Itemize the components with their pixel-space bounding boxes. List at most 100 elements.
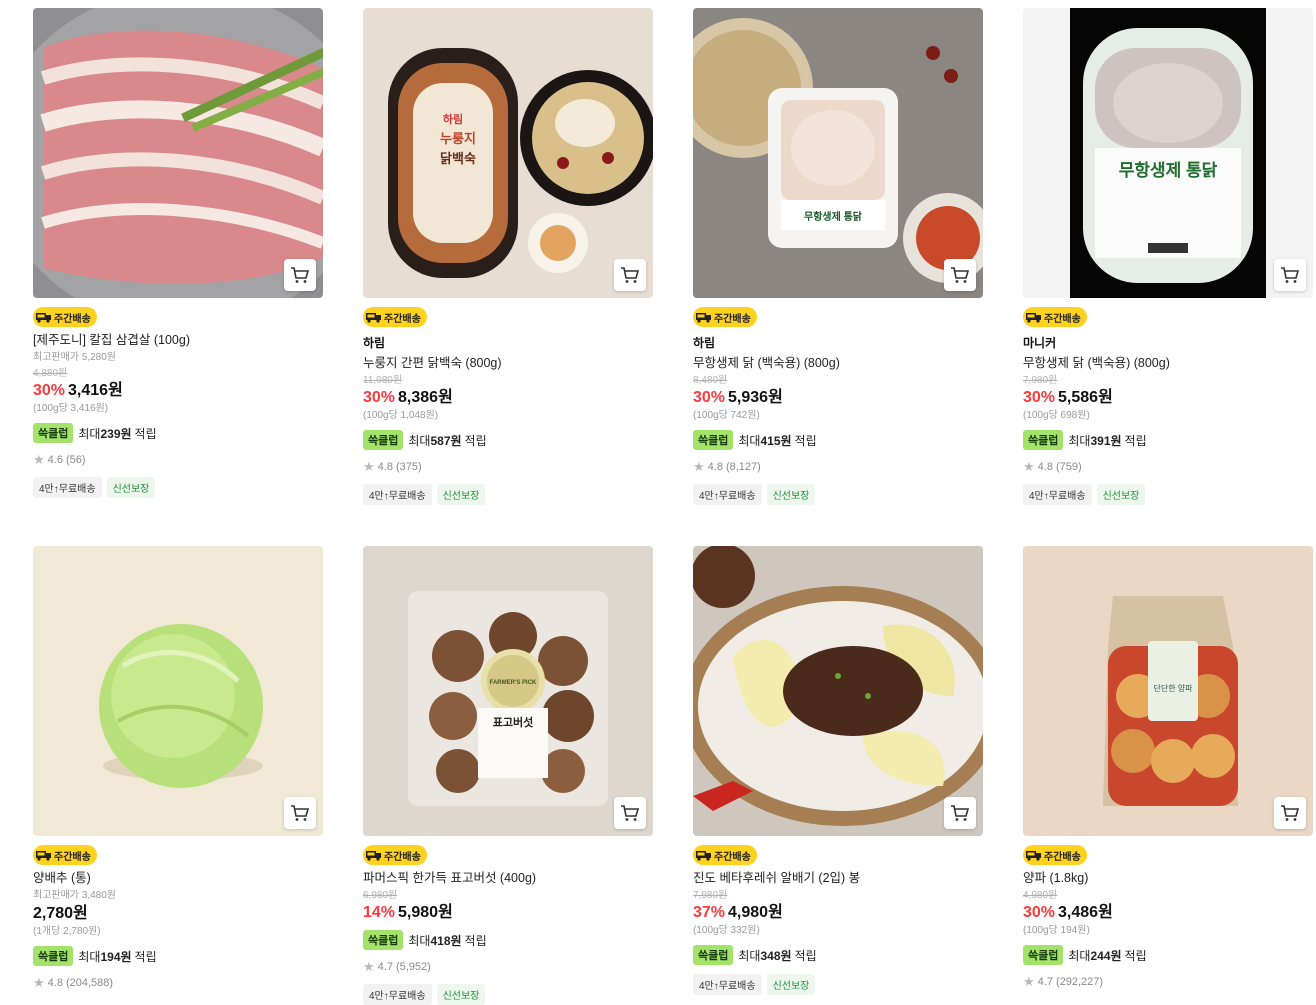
product-name[interactable]: 누룽지 간편 닭백숙 (800g): [363, 355, 653, 372]
product-info: 주간배송 양파 (1.8kg) 4,980원 30% 3,486원 (100g당 194원…: [1023, 836, 1313, 990]
badge-label: 주간배송: [714, 313, 751, 325]
badge-label: 주간배송: [714, 851, 751, 863]
review-count: (204,588): [65, 977, 114, 989]
product-card[interactable]: FARMER'S PICK 표고버섯 주간배송파머스픽 한가득 표고버섯 (40…: [363, 546, 653, 1005]
original-price: 8,480원: [693, 375, 728, 386]
add-to-cart-button[interactable]: [1274, 259, 1306, 291]
price-row: 30% 8,386원: [363, 388, 653, 408]
product-info: 주간배송 하림 누룽지 간편 닭백숙 (800g) 11,980원 30% 8,386원 (…: [363, 298, 653, 505]
point-row: 쓱클럽 최대 348원 적립: [693, 945, 983, 965]
product-name[interactable]: [제주도니] 칼집 삼겹살 (100g): [33, 332, 323, 349]
rating-row: ★ 4.8 (8,127): [693, 459, 983, 475]
weekly-delivery-badge: 주간배송: [33, 845, 97, 865]
review-count: (759): [1055, 461, 1082, 473]
discount-rate: 30%: [33, 382, 66, 399]
add-to-cart-button[interactable]: [614, 259, 646, 291]
product-name[interactable]: 진도 베타후레쉬 알배기 (2입) 봉: [693, 870, 983, 887]
point-row: 쓱클럽 최대 391원 적립: [1023, 430, 1313, 450]
product-name[interactable]: 무항생제 닭 (백숙용) (800g): [1023, 355, 1313, 372]
cart-icon: [951, 805, 970, 821]
product-name[interactable]: 무항생제 닭 (백숙용) (800g): [693, 355, 983, 372]
weekly-delivery-badge: 주간배송: [363, 845, 427, 865]
product-info: 주간배송 마니커 무항생제 닭 (백숙용) (800g) 7,980원 30% 5,586…: [1023, 298, 1313, 505]
add-to-cart-button[interactable]: [284, 797, 316, 829]
badge-label: 주간배송: [54, 851, 91, 863]
rating-score: 4.8: [47, 977, 63, 989]
fresh-guarantee-tag: 신선보장: [436, 484, 486, 505]
product-image[interactable]: [33, 546, 323, 836]
product-image[interactable]: FARMER'S PICK 표고버섯: [363, 546, 653, 836]
add-to-cart-button[interactable]: [1274, 797, 1306, 829]
point-amount: 239원: [100, 426, 132, 441]
product-card[interactable]: 무항생제 통닭 주간배송 마니커 무항생제 닭 (백숙용) (800g) 7,980원…: [1023, 8, 1313, 505]
point-prefix: 최대: [1068, 433, 1091, 448]
point-amount: 587원: [430, 433, 462, 448]
product-image[interactable]: 단단한 양파: [1023, 546, 1313, 836]
product-card[interactable]: 하림 누룽지 닭백숙 주간배송 하림 누룽지 간편 닭백숙 (800g) 11,980…: [363, 8, 653, 505]
cart-icon: [291, 805, 310, 821]
tag-row: 4만↑무료배송 신선보장: [33, 477, 323, 498]
fresh-guarantee-tag: 신선보장: [106, 477, 156, 498]
product-image[interactable]: [693, 546, 983, 836]
point-row: 쓱클럽 최대 239원 적립: [33, 423, 323, 443]
product-card[interactable]: 주간배송 양배추 (통) 최고판매가 3,480원 2,780원 (1개당 2,780원…: [33, 546, 323, 991]
discount-rate: 30%: [1023, 904, 1056, 921]
star-icon: ★: [1023, 459, 1035, 474]
ssg-club-tag: 쓱클럽: [363, 430, 404, 450]
add-to-cart-button[interactable]: [614, 797, 646, 829]
product-brand: 하림: [363, 336, 386, 350]
fresh-guarantee-tag: 신선보장: [766, 484, 816, 505]
point-suffix: 적립: [134, 949, 157, 964]
product-card[interactable]: 무항생제 통닭 주간배송 하림 무항생제 닭 (백숙용) (800g) 8,480원 3…: [693, 8, 983, 505]
product-card[interactable]: 주간배송 진도 베타후레쉬 알배기 (2입) 봉 7,980원 37% 4,980원 (1…: [693, 546, 983, 995]
star-icon: ★: [33, 452, 45, 467]
point-prefix: 최대: [1068, 948, 1091, 963]
point-suffix: 적립: [794, 948, 817, 963]
original-price: 7,980원: [1023, 375, 1058, 386]
discount-rate: 30%: [363, 389, 396, 406]
truck-icon: [36, 851, 51, 861]
product-name[interactable]: 양배추 (통): [33, 870, 323, 887]
original-price: 7,980원: [693, 890, 728, 901]
ssg-club-tag: 쓱클럽: [1023, 945, 1064, 965]
rating-score: 4.8: [1037, 461, 1053, 473]
product-card[interactable]: 주간배송 [제주도니] 칼집 삼겹살 (100g) 최고판매가 5,280원 4,88…: [33, 8, 323, 498]
point-row: 쓱클럽 최대 418원 적립: [363, 930, 653, 950]
cabbage-image: [33, 546, 323, 836]
ssg-club-tag: 쓱클럽: [33, 946, 74, 966]
svg-text:단단한 양파: 단단한 양파: [1153, 683, 1193, 693]
point-amount: 415원: [760, 433, 792, 448]
product-image[interactable]: [33, 8, 323, 298]
unit-price: (100g당 194원): [1023, 925, 1090, 936]
product-name[interactable]: 양파 (1.8kg): [1023, 870, 1313, 887]
star-icon: ★: [363, 459, 375, 474]
add-to-cart-button[interactable]: [284, 259, 316, 291]
price-row: 30% 5,936원: [693, 388, 983, 408]
badge-label: 주간배송: [54, 313, 91, 325]
discount-rate: 14%: [363, 904, 396, 921]
product-card[interactable]: 단단한 양파 주간배송 양파 (1.8kg) 4,980원 30% 3,486원 (100…: [1023, 546, 1313, 990]
weekly-delivery-badge: 주간배송: [33, 307, 97, 327]
point-suffix: 적립: [464, 933, 487, 948]
discount-rate: 37%: [693, 904, 726, 921]
star-icon: ★: [363, 959, 375, 974]
tag-row: 4만↑무료배송 신선보장: [1023, 484, 1313, 505]
point-suffix: 적립: [1124, 433, 1147, 448]
rating-row: ★ 4.8 (204,588): [33, 975, 323, 991]
point-row: 쓱클럽 최대 244원 적립: [1023, 945, 1313, 965]
product-image[interactable]: 하림 누룽지 닭백숙: [363, 8, 653, 298]
product-image[interactable]: 무항생제 통닭: [693, 8, 983, 298]
rating-row: ★ 4.8 (759): [1023, 459, 1313, 475]
add-to-cart-button[interactable]: [944, 259, 976, 291]
rating-score: 4.8: [377, 461, 393, 473]
svg-text:표고버섯: 표고버섯: [493, 715, 533, 729]
product-image[interactable]: 무항생제 통닭: [1023, 8, 1313, 298]
product-name[interactable]: 파머스픽 한가득 표고버섯 (400g): [363, 870, 653, 887]
max-price: 최고판매가 3,480원: [33, 890, 117, 901]
free-shipping-tag: 4만↑무료배송: [693, 974, 762, 995]
badge-label: 주간배송: [1044, 851, 1081, 863]
star-icon: ★: [33, 975, 45, 990]
point-suffix: 적립: [464, 433, 487, 448]
rating-score: 4.8: [707, 461, 723, 473]
add-to-cart-button[interactable]: [944, 797, 976, 829]
